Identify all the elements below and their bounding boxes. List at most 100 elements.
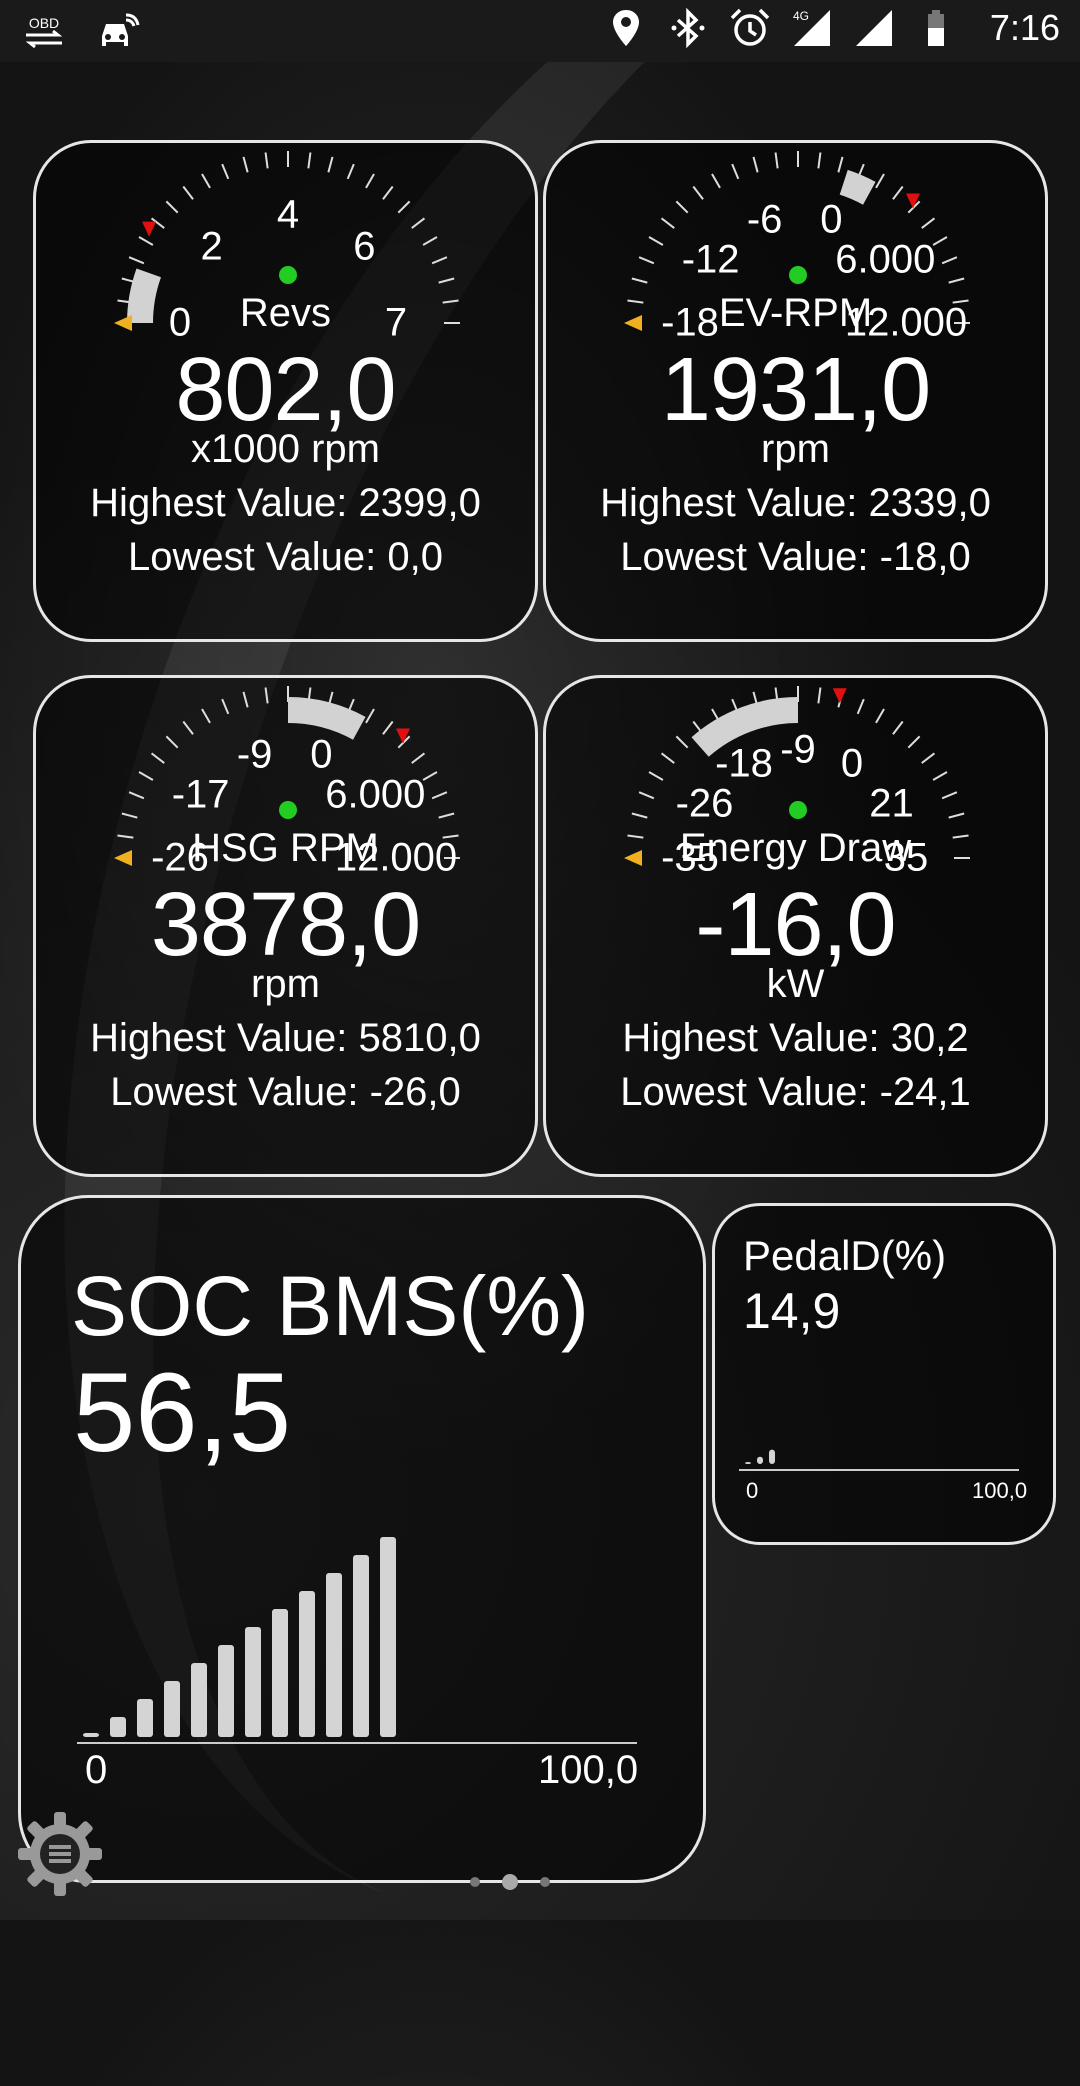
gauge-tick-label: -18 <box>661 300 719 345</box>
page-dot[interactable] <box>470 1877 480 1887</box>
gauge-tick <box>128 791 145 800</box>
gauge-lowest-value: Lowest Value: -24,1 <box>620 1070 971 1114</box>
gauge-tick <box>438 277 455 284</box>
page-indicator <box>470 1874 550 1890</box>
gauge-card-energy-draw[interactable]: Energy Draw -16,0 kW Highest Value: 30,2… <box>543 675 1048 1177</box>
gauge-unit: rpm <box>251 962 320 1006</box>
gauge-tick <box>431 791 448 800</box>
gauge-tick-label: -12 <box>681 237 740 282</box>
gauge-tick-label: 12.000 <box>334 835 458 880</box>
gauge-tick <box>397 200 411 214</box>
gauge-tick <box>660 752 675 764</box>
gauge-tick <box>875 708 885 724</box>
gauge-center-dot <box>279 266 297 284</box>
gauge-lowest-value: Lowest Value: 0,0 <box>127 535 444 579</box>
bar <box>218 1645 234 1737</box>
clock: 7:16 <box>989 7 1060 48</box>
bar <box>137 1699 153 1737</box>
signal-4g-icon: 4G <box>793 9 830 46</box>
gauge-highest-value: Highest Value: 2399,0 <box>90 481 481 525</box>
signal-icon <box>855 10 892 46</box>
gauge-tick <box>817 687 822 704</box>
gauge-max-marker <box>832 688 847 704</box>
gauge-max-marker <box>142 221 157 237</box>
gauge-center-dot <box>279 801 297 819</box>
page-dot-active[interactable] <box>502 1874 518 1890</box>
gauge-tick <box>921 217 936 229</box>
gauge-tick <box>264 687 269 704</box>
gauge-tick <box>932 771 948 781</box>
svg-text:OBD: OBD <box>29 15 59 31</box>
settings-menu-button[interactable] <box>12 1806 108 1902</box>
gauge-tick <box>907 735 921 749</box>
gauge-tick <box>382 185 394 200</box>
bar <box>353 1555 369 1737</box>
gauge-tick <box>182 720 194 735</box>
gauge-name: EV-RPM <box>718 291 873 335</box>
gauge-tick <box>411 217 426 229</box>
gauge-tick-label: 12.000 <box>844 300 968 345</box>
gauge-tick <box>138 771 154 781</box>
gauge-tick-label: 4 <box>276 192 300 237</box>
gauge-tick <box>242 156 249 173</box>
pedal-bar-card[interactable]: PedalD(%) 14,9 0 100,0 <box>712 1203 1056 1545</box>
gauge-tick-label: 2 <box>200 224 223 269</box>
soc-axis-min: 0 <box>85 1748 108 1792</box>
gauge-tick <box>711 173 721 189</box>
gauge-tick <box>264 152 269 169</box>
bar <box>745 1462 751 1464</box>
gauge-tick <box>150 752 165 764</box>
pedal-axis-min: 0 <box>746 1478 759 1503</box>
gauge-lowest-value: Lowest Value: -18,0 <box>620 535 971 579</box>
gauge-tick <box>638 791 655 800</box>
gauge-unit: x1000 rpm <box>191 427 380 471</box>
alarm-icon <box>730 8 770 46</box>
gauge-tick <box>631 277 648 284</box>
gauge-tick <box>327 156 334 173</box>
gauge-tick <box>365 708 375 724</box>
gauge-tick <box>242 691 249 708</box>
gauge-tick-label: 7 <box>384 300 408 345</box>
gauge-card-revs[interactable]: Revs 802,0 x1000 rpm Highest Value: 2399… <box>33 140 538 642</box>
gauge-unit: rpm <box>761 427 830 471</box>
battery-icon <box>927 10 944 46</box>
gauge-tick-label: -9 <box>780 727 816 772</box>
gauge-tick <box>648 771 664 781</box>
soc-bar-card[interactable]: SOC BMS(%) 56,5 0 100,0 <box>18 1195 706 1883</box>
gauge-tick <box>346 163 355 180</box>
gauge-tick <box>692 185 704 200</box>
gauge-tick <box>648 236 664 246</box>
gauge-name: HSG RPM <box>192 826 379 870</box>
pedal-axis-max: 100,0 <box>972 1478 1028 1503</box>
gauge-tick <box>128 256 145 265</box>
gauge-tick <box>165 735 179 749</box>
gauge-tick <box>138 236 154 246</box>
gauge-highest-value: Highest Value: 30,2 <box>622 1016 969 1060</box>
gauge-tick <box>221 163 230 180</box>
gauge-tick <box>365 173 375 189</box>
gauge-name: Revs <box>239 291 332 335</box>
gauge-tick <box>892 720 904 735</box>
page-dot[interactable] <box>540 1877 550 1887</box>
gauge-tick <box>660 217 675 229</box>
gauge-tick-label: 6 <box>353 224 376 269</box>
gauge-tick <box>382 720 394 735</box>
bar <box>299 1591 315 1737</box>
obd-icon: OBD <box>25 15 63 49</box>
gauge-lowest-value: Lowest Value: -26,0 <box>110 1070 461 1114</box>
gauge-tick <box>941 791 958 800</box>
gauge-card-ev-rpm[interactable]: EV-RPM 1931,0 rpm Highest Value: 2339,0 … <box>543 140 1048 642</box>
gauge-tick <box>201 173 211 189</box>
gauge-center-dot <box>789 801 807 819</box>
gauge-max-marker <box>906 193 921 209</box>
gauge-tick <box>892 185 904 200</box>
gauge-tick <box>121 812 138 819</box>
gauge-tick-label: -18 <box>715 741 773 786</box>
gauge-tick <box>411 752 426 764</box>
bar <box>164 1681 180 1737</box>
gauge-tick-label: -26 <box>151 835 209 880</box>
gauge-card-hsg-rpm[interactable]: HSG RPM 3878,0 rpm Highest Value: 5810,0… <box>33 675 538 1177</box>
gauge-tick-label: 6.000 <box>325 772 426 817</box>
bluetooth-icon <box>671 7 705 49</box>
gauge-tick-label: 0 <box>168 300 192 345</box>
